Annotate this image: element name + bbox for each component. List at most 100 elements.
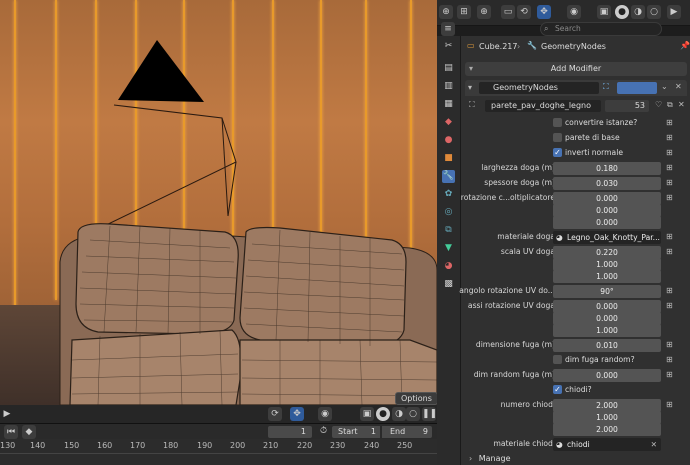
rotazione-z-field[interactable]: 0.000 (553, 216, 661, 229)
keyframe-toggle-icon[interactable]: ⊞ (666, 355, 674, 364)
current-frame-field[interactable]: 1 (268, 426, 312, 438)
keyframe-toggle-icon[interactable]: ⊞ (666, 286, 674, 295)
keyframe-toggle-icon[interactable]: ⊞ (666, 232, 674, 241)
render-view-icon[interactable]: ○ (647, 5, 661, 19)
node-group-icon[interactable]: ⛶ (469, 100, 475, 110)
object-icon[interactable]: ▭ (501, 5, 515, 19)
material-shading-icon[interactable]: ◑ (392, 407, 406, 421)
output-tab-icon[interactable]: ▥ (442, 80, 455, 93)
constraints-tab-icon[interactable]: ⧉ (442, 224, 455, 237)
pin-icon[interactable]: 📌 (680, 41, 690, 50)
keyframe-toggle-icon[interactable]: ⊞ (666, 163, 674, 172)
materiale-doga-value: Legno_Oak_Knotty_Par... (567, 233, 660, 242)
camera-icon[interactable]: ▶ (0, 407, 14, 421)
manage-panel[interactable]: › Manage (469, 454, 589, 465)
keyframe-toggle-icon[interactable]: ⊞ (666, 178, 674, 187)
solid-view-icon[interactable]: ● (615, 5, 629, 19)
render-tab-icon[interactable]: ▤ (442, 62, 455, 75)
collapse-icon[interactable]: ▾ (468, 83, 472, 92)
search-input[interactable]: Search (540, 22, 662, 36)
visibility-toggles[interactable] (617, 82, 657, 94)
cursor-icon[interactable]: ⊕ (439, 5, 453, 19)
lookdev-icon[interactable]: ◑ (631, 5, 645, 19)
chiodi-checkbox[interactable]: ✓ (553, 385, 562, 394)
keyframe-toggle-icon[interactable]: ⊞ (666, 301, 674, 310)
scene-tab-icon[interactable]: ◆ (442, 116, 455, 129)
particles-tab-icon[interactable]: ✿ (442, 188, 455, 201)
editor-type-icon[interactable]: ⊞ (457, 5, 471, 19)
gizmo-icon[interactable]: ▣ (597, 5, 611, 19)
tick-label: 170 (130, 441, 146, 450)
parete-di-base-label: parete di base (565, 133, 620, 142)
add-modifier-button[interactable]: ▾ Add Modifier (465, 62, 687, 76)
larghezza-doga-field[interactable]: 0.180 (553, 162, 661, 175)
scala-uv-z-field[interactable]: 1.000 (553, 270, 661, 283)
keyframe-toggle-icon[interactable]: ⊞ (666, 400, 674, 409)
node-group-field[interactable]: parete_pav_doghe_legno (485, 100, 601, 112)
keyframe-icon[interactable]: ◆ (22, 425, 36, 439)
assi-rotazione-z-field[interactable]: 1.000 (553, 324, 661, 337)
close-icon[interactable]: ✕ (675, 82, 682, 91)
rendered-shading-icon[interactable]: ○ (406, 407, 420, 421)
modifier-tab-icon[interactable]: 🔧 (442, 170, 455, 183)
pivot-icon[interactable]: ⟲ (517, 5, 531, 19)
parete-di-base-checkbox[interactable] (553, 133, 562, 142)
assi-rotazione-row-z: 1.000 (461, 323, 690, 338)
stopwatch-icon[interactable]: ⏱ (320, 426, 327, 436)
transform-orientation-icon[interactable]: ⟳ (268, 407, 282, 421)
view-layer-tab-icon[interactable]: ▦ (442, 98, 455, 111)
3d-viewport[interactable]: Options (0, 0, 437, 405)
pause-icon[interactable]: ❚❚ (422, 407, 437, 421)
material-tab-icon[interactable]: ◕ (442, 260, 455, 273)
snap-toggle-icon[interactable]: ✥ (537, 5, 551, 19)
transform-icon[interactable]: ⊕ (477, 5, 491, 19)
user-count: 53 (605, 100, 649, 112)
camera-view-icon[interactable]: ▶ (667, 5, 681, 19)
options-button[interactable]: Options (395, 392, 437, 405)
dimensione-fuga-field[interactable]: 0.010 (553, 339, 661, 352)
fake-user-icon[interactable]: ♡ (655, 100, 662, 109)
keyframe-toggle-icon[interactable]: ⊞ (666, 133, 674, 142)
dim-fuga-random-checkbox[interactable] (553, 355, 562, 364)
dim-random-fuga-field[interactable]: 0.000 (553, 369, 661, 382)
light-gizmo (118, 40, 204, 102)
snap-icon[interactable]: ✥ (290, 407, 304, 421)
keyframe-toggle-icon[interactable]: ⊞ (666, 370, 674, 379)
keyframe-toggle-icon[interactable]: ⊞ (666, 247, 674, 256)
numero-chiodi-z-field[interactable]: 2.000 (553, 423, 661, 436)
object-tab-icon[interactable]: ■ (442, 152, 455, 165)
inverti-normale-checkbox[interactable]: ✓ (553, 148, 562, 157)
solid-shading-icon[interactable]: ● (376, 407, 390, 421)
nodetree-icon: ⛶ (603, 82, 609, 91)
tick-label: 230 (330, 441, 346, 450)
modifier-header[interactable]: ▾ GeometryNodes ⛶ ⌄ ✕ (465, 80, 687, 96)
clear-icon[interactable]: ✕ (651, 438, 657, 451)
materiale-doga-field[interactable]: ◕ Legno_Oak_Knotty_Par... (553, 231, 661, 244)
modifier-name-field[interactable]: GeometryNodes (479, 82, 599, 94)
convertire-istanze-checkbox[interactable] (553, 118, 562, 127)
world-tab-icon[interactable]: ● (442, 134, 455, 147)
keyframe-toggle-icon[interactable]: ⊞ (666, 193, 674, 202)
copy-icon[interactable]: ⧉ (667, 100, 673, 110)
dropdown-icon[interactable]: ⌄ (661, 82, 668, 91)
keyframe-toggle-icon[interactable]: ⊞ (666, 118, 674, 127)
keyframe-toggle-icon[interactable]: ⊞ (666, 148, 674, 157)
xray-icon[interactable]: ▣ (360, 407, 374, 421)
data-tab-icon[interactable]: ▼ (442, 242, 455, 255)
keyframe-toggle-icon[interactable]: ⊞ (666, 340, 674, 349)
end-frame-field[interactable]: End 9 (382, 426, 432, 438)
jump-start-icon[interactable]: ⏮ (4, 425, 18, 439)
properties-editor-icon[interactable]: ≡ (441, 22, 455, 36)
physics-tab-icon[interactable]: ◎ (442, 206, 455, 219)
tool-tab-icon[interactable]: ✂ (442, 40, 455, 53)
angolo-rotazione-field[interactable]: 90° (553, 285, 661, 298)
unlink-icon[interactable]: ✕ (678, 100, 685, 109)
overlay-icon[interactable]: ◉ (318, 407, 332, 421)
start-frame-field[interactable]: Start 1 (332, 426, 380, 438)
spessore-doga-field[interactable]: 0.030 (553, 177, 661, 190)
scala-uv-row-z: 1.000 (461, 269, 690, 284)
view-layer-icon[interactable]: ◉ (567, 5, 581, 19)
texture-tab-icon[interactable]: ▩ (442, 278, 455, 291)
timeline-ruler[interactable]: 130 140 150 160 170 180 190 200 210 220 … (0, 439, 437, 465)
materiale-chiodi-field[interactable]: ◕ chiodi ✕ (553, 438, 661, 451)
